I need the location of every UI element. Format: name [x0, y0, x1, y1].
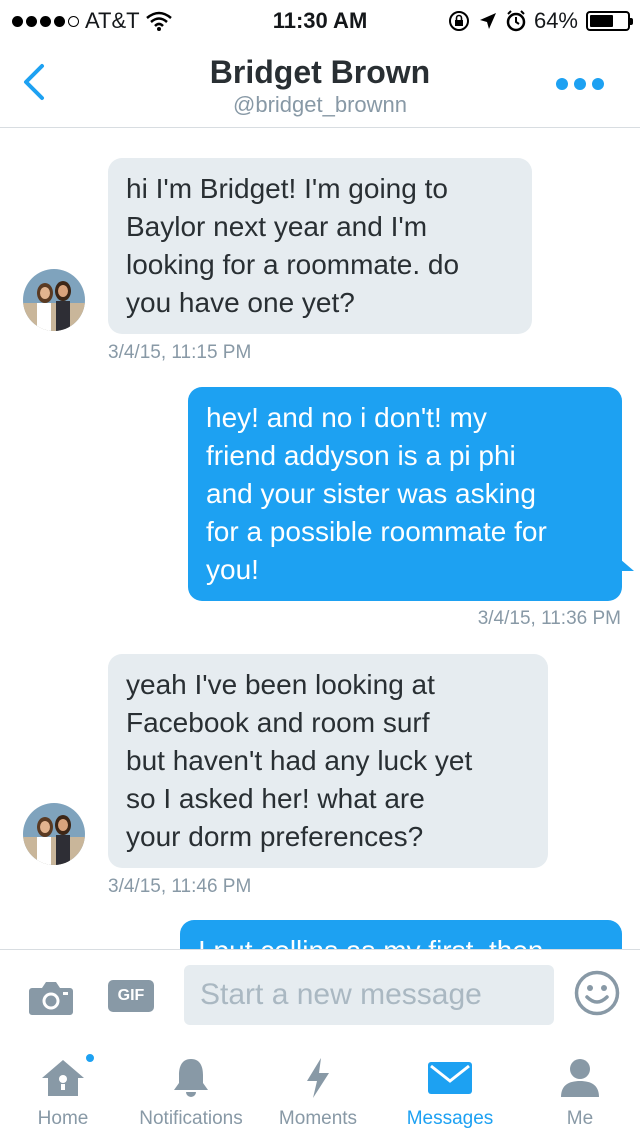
more-dot [556, 78, 568, 90]
avatar-photo [23, 803, 85, 865]
smiley-icon[interactable] [574, 970, 620, 1016]
alarm-icon [506, 10, 526, 32]
lightning-icon [307, 1058, 329, 1098]
tab-label: Messages [406, 1108, 494, 1129]
message-bubble-incoming[interactable]: hi I'm Bridget! I'm going to Baylor next… [108, 158, 532, 334]
tab-moments[interactable]: Moments [256, 1040, 380, 1136]
message-line: and your sister was asking [206, 478, 536, 509]
message-line: Facebook and room surf [126, 707, 430, 738]
tab-label: Me [566, 1108, 594, 1129]
message-line: yeah I've been looking at [126, 669, 435, 700]
tab-notifications[interactable]: Notifications [126, 1040, 256, 1136]
envelope-icon [428, 1062, 472, 1094]
contact-avatar[interactable] [23, 269, 85, 331]
contact-name: Bridget Brown [209, 54, 431, 90]
message-timestamp: 3/4/15, 11:46 PM [108, 876, 252, 897]
bell-icon [174, 1059, 208, 1097]
message-line: Baylor next year and I'm [126, 211, 428, 242]
battery-icon [586, 11, 633, 31]
tab-home[interactable]: Home [0, 1040, 126, 1136]
message-bubble-outgoing[interactable]: I put collins as my first, then [180, 920, 622, 949]
contact-avatar[interactable] [23, 803, 85, 865]
battery-percent: 64% [533, 8, 578, 33]
message-composer: GIF [0, 949, 640, 1039]
message-line: but haven't had any luck yet [126, 745, 473, 776]
message-thread[interactable]: hi I'm Bridget! I'm going to Baylor next… [0, 129, 640, 949]
message-line: hi I'm Bridget! I'm going to [126, 173, 448, 204]
more-dot [574, 78, 586, 90]
battery-fill [590, 15, 614, 27]
tab-label: Home [37, 1108, 89, 1129]
message-line: your dorm preferences? [126, 821, 424, 852]
message-bubble-outgoing[interactable]: hey! and no i don't! my friend addyson i… [188, 387, 622, 601]
location-arrow-icon [479, 13, 496, 29]
message-line: for a possible roommate for [206, 516, 547, 547]
new-activity-badge [84, 1052, 96, 1064]
tab-label: Moments [278, 1108, 358, 1129]
bubble-tail [620, 559, 634, 571]
message-input[interactable] [184, 965, 554, 1025]
rotation-lock-icon [448, 11, 469, 31]
avatar-photo [23, 269, 85, 331]
tab-label: Notifications [139, 1108, 243, 1129]
message-timestamp: 3/4/15, 11:15 PM [108, 342, 252, 363]
message-line: I put collins as my first, then [198, 932, 604, 949]
message-line: you! [206, 554, 259, 585]
tab-messages[interactable]: Messages [380, 1040, 520, 1136]
more-dot [592, 78, 604, 90]
status-right: 64% [448, 8, 633, 34]
conversation-header: Bridget Brown @bridget_brownn [0, 40, 640, 128]
person-icon [561, 1059, 599, 1097]
message-line: hey! and no i don't! my [206, 402, 487, 433]
contact-handle: @bridget_brownn [233, 92, 407, 117]
camera-icon[interactable] [28, 980, 74, 1016]
gif-button[interactable]: GIF [108, 980, 154, 1012]
home-icon [42, 1060, 84, 1096]
tab-bar: Home Notifications Moments Messages Me [0, 1040, 640, 1136]
more-options-icon[interactable] [556, 78, 604, 90]
message-line: looking for a roommate. do [126, 249, 460, 280]
message-line: you have one yet? [126, 287, 355, 318]
message-timestamp: 3/4/15, 11:36 PM [477, 608, 621, 629]
message-bubble-incoming[interactable]: yeah I've been looking at Facebook and r… [108, 654, 548, 868]
message-line: friend addyson is a pi phi [206, 440, 516, 471]
status-bar: AT&T 11:30 AM 64% [0, 0, 640, 40]
message-line: so I asked her! what are [126, 783, 425, 814]
tab-me[interactable]: Me [520, 1040, 640, 1136]
